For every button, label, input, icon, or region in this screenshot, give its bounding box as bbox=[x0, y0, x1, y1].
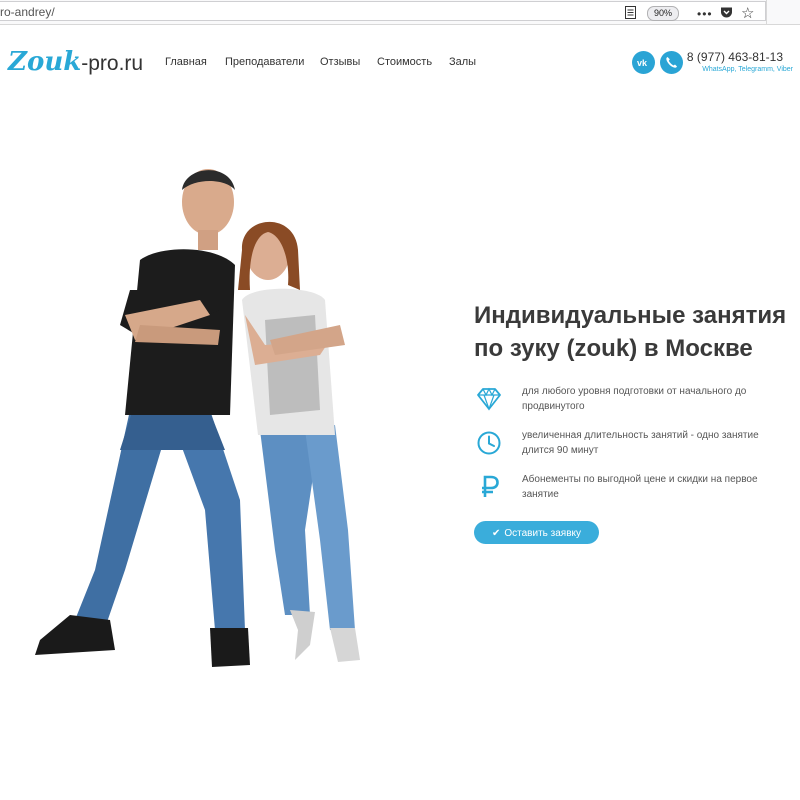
clock-icon bbox=[477, 431, 501, 455]
nav-home[interactable]: Главная bbox=[165, 56, 207, 68]
messengers-label: WhatsApp, Telegramm, Viber bbox=[702, 66, 793, 73]
zoom-level[interactable]: 90% bbox=[647, 6, 680, 21]
logo-domain: -pro.ru bbox=[81, 52, 144, 75]
cta-label: Оставить заявку bbox=[504, 528, 582, 539]
vk-icon[interactable]: vk bbox=[632, 51, 655, 74]
ruble-icon bbox=[482, 475, 499, 497]
feature-text: для любого уровня подготовки от начально… bbox=[522, 386, 747, 412]
diamond-icon bbox=[477, 387, 501, 411]
more-icon[interactable]: ••• bbox=[697, 7, 713, 21]
nav-prices[interactable]: Стоимость bbox=[377, 56, 432, 68]
nav-halls[interactable]: Залы bbox=[449, 56, 476, 68]
phone-icon[interactable] bbox=[660, 51, 683, 74]
woman-figure bbox=[238, 221, 360, 662]
hero-title: Индивидуальные занятия по зуку (zouk) в … bbox=[474, 302, 787, 362]
feature-text: Абонементы по выгодной цене и скидки на … bbox=[522, 474, 758, 500]
pocket-icon[interactable] bbox=[720, 6, 733, 19]
nav-reviews[interactable]: Отзывы bbox=[320, 56, 360, 68]
site-logo[interactable]: Zouk-pro.ru bbox=[8, 47, 143, 77]
nav-teachers[interactable]: Преподаватели bbox=[225, 56, 304, 68]
reader-view-icon[interactable] bbox=[625, 6, 636, 19]
phone-number[interactable]: 8 (977) 463-81-13 bbox=[687, 50, 783, 64]
checkmark-icon: ✔ bbox=[491, 528, 501, 539]
svg-text:vk: vk bbox=[637, 58, 648, 68]
toolbar-divider bbox=[766, 0, 767, 24]
bookmark-star-icon[interactable]: ☆ bbox=[741, 4, 754, 22]
logo-accent: Zouk bbox=[8, 47, 82, 77]
browser-toolbar: ro-andrey/ 90% ••• ☆ bbox=[0, 0, 800, 25]
url-text: ro-andrey/ bbox=[0, 5, 55, 19]
submit-request-button[interactable]: ✔ Оставить заявку bbox=[474, 521, 599, 544]
hero-photo bbox=[35, 169, 360, 667]
man-figure bbox=[35, 169, 250, 667]
feature-text: увеличенная длительность занятий - одно … bbox=[522, 430, 759, 456]
address-bar[interactable]: ro-andrey/ 90% ••• ☆ bbox=[0, 1, 766, 22]
